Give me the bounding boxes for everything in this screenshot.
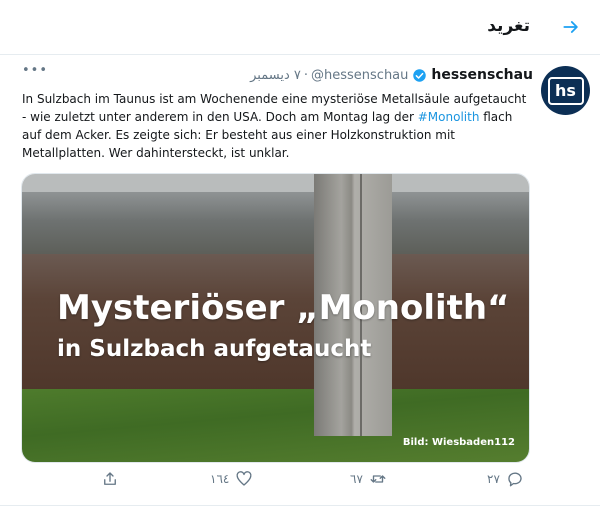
share-button[interactable] xyxy=(101,470,119,488)
reply-button[interactable]: ٢٧ xyxy=(487,470,524,488)
retweet-count: ٦٧ xyxy=(350,472,363,486)
retweet-button[interactable]: ٦٧ xyxy=(350,470,387,488)
page-header: تغريد xyxy=(0,0,600,55)
image-field xyxy=(22,254,529,404)
retweet-icon xyxy=(370,475,386,483)
like-count: ١٦٤ xyxy=(210,472,230,486)
arrow-right-icon[interactable] xyxy=(556,12,586,42)
reply-icon xyxy=(508,472,522,487)
tweet-text: In Sulzbach im Taunus ist am Wochenende … xyxy=(22,90,532,162)
image-headline: Mysteriöser „Monolith“ xyxy=(57,288,510,328)
avatar[interactable]: hs xyxy=(541,66,590,115)
tweet-meta: ٧ ديسمبر · @hessenschau hessenschau xyxy=(250,64,533,86)
avatar-logo: hs xyxy=(547,76,584,105)
tweet-page: تغريد hs ••• ٧ ديسمبر · @hessenschau hes… xyxy=(0,0,600,521)
reply-count: ٢٧ xyxy=(487,472,500,486)
tweet-date[interactable]: ٧ ديسمبر xyxy=(250,68,301,83)
divider xyxy=(0,505,600,506)
verified-badge-icon xyxy=(413,68,427,82)
image-subline: in Sulzbach aufgetaucht xyxy=(57,336,372,362)
like-button[interactable]: ١٦٤ xyxy=(210,470,253,488)
author-name[interactable]: hessenschau xyxy=(431,67,533,83)
image-treeline xyxy=(22,192,529,256)
tweet-actions: ١٦٤ ٦٧ ٢٧ xyxy=(95,470,535,498)
author-handle[interactable]: @hessenschau xyxy=(311,68,408,83)
more-options-icon[interactable]: ••• xyxy=(22,64,48,77)
tweet-image[interactable]: Mysteriöser „Monolith“ in Sulzbach aufge… xyxy=(21,173,530,463)
meta-separator: · xyxy=(303,67,308,83)
image-credit: Bild: Wiesbaden112 xyxy=(402,437,515,448)
page-title: تغريد xyxy=(487,16,530,36)
image-grass xyxy=(22,389,529,462)
share-icon xyxy=(104,472,116,485)
hashtag-link[interactable]: #Monolith xyxy=(418,110,480,124)
heart-icon xyxy=(236,471,252,486)
